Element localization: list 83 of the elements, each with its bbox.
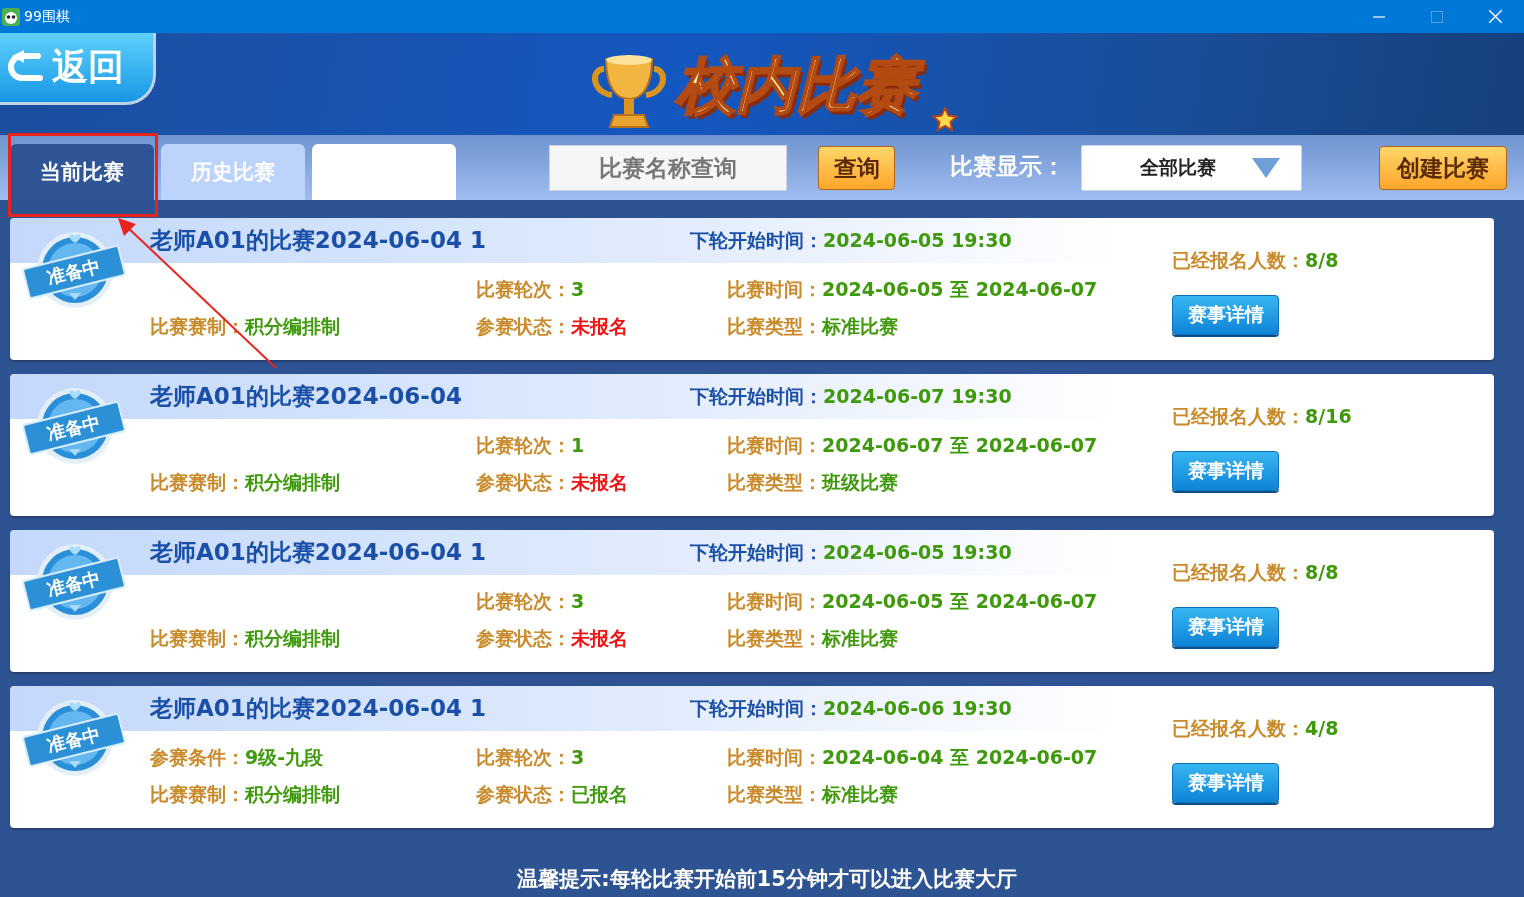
- field-label: 比赛轮次：: [476, 434, 571, 456]
- field-value: 2024-06-06 19:30: [823, 696, 1012, 719]
- field-value: 3: [571, 746, 585, 768]
- field-label: 下轮开始时间：: [690, 540, 823, 563]
- field-value: 积分编排制: [245, 471, 340, 493]
- field-value: 9级-九段: [245, 746, 324, 768]
- field-value: 8/8: [1305, 561, 1339, 583]
- field-value: 班级比赛: [822, 471, 898, 493]
- field-label: 比赛赛制：: [150, 315, 245, 337]
- blank-tab[interactable]: [312, 144, 456, 200]
- field-value: 3: [571, 590, 585, 612]
- field-label: 参赛状态：: [476, 783, 571, 805]
- field-label: 比赛赛制：: [150, 471, 245, 493]
- filter-label: 比赛显示：: [950, 152, 1065, 181]
- field-value: 积分编排制: [245, 627, 340, 649]
- field-value: 8/16: [1305, 405, 1352, 427]
- query-button[interactable]: 查询: [818, 146, 895, 190]
- field-label: 参赛状态：: [476, 315, 571, 337]
- dropdown-arrow-icon: [1251, 157, 1281, 179]
- field-label: 比赛类型：: [727, 783, 822, 805]
- field-label: 已经报名人数：: [1172, 249, 1305, 271]
- details-button[interactable]: 赛事详情: [1172, 451, 1279, 491]
- field-label: 比赛时间：: [727, 278, 822, 300]
- tab[interactable]: 历史比赛: [161, 144, 305, 200]
- field-value: 标准比赛: [822, 627, 898, 649]
- field-value: 标准比赛: [822, 315, 898, 337]
- field-value: 8/8: [1305, 249, 1339, 271]
- field-label: 比赛类型：: [727, 627, 822, 649]
- match-title: 老师A01的比赛2024-06-04 1: [150, 226, 486, 255]
- app-icon: [2, 7, 20, 26]
- field-label: 比赛类型：: [727, 315, 822, 337]
- field-label: 比赛赛制：: [150, 627, 245, 649]
- details-button[interactable]: 赛事详情: [1172, 763, 1279, 803]
- match-title: 老师A01的比赛2024-06-04: [150, 382, 462, 411]
- field-value: 未报名: [571, 315, 628, 337]
- field-value: 4/8: [1305, 717, 1339, 739]
- tab[interactable]: 当前比赛: [10, 144, 154, 200]
- field-label: 比赛轮次：: [476, 590, 571, 612]
- field-value: 积分编排制: [245, 315, 340, 337]
- field-label: 下轮开始时间：: [690, 228, 823, 251]
- field-label: 比赛时间：: [727, 434, 822, 456]
- field-value: 2024-06-05 19:30: [823, 540, 1012, 563]
- match-title: 老师A01的比赛2024-06-04 1: [150, 538, 486, 567]
- window-title: 99围棋: [24, 7, 70, 26]
- close-icon: [1488, 10, 1502, 23]
- field-value: 2024-06-07 至 2024-06-07: [822, 434, 1098, 456]
- field-label: 下轮开始时间：: [690, 696, 823, 719]
- field-value: 3: [571, 278, 585, 300]
- field-value: 标准比赛: [822, 783, 898, 805]
- create-match-button[interactable]: 创建比赛: [1379, 146, 1507, 190]
- field-value: 2024-06-05 至 2024-06-07: [822, 278, 1098, 300]
- field-label: 下轮开始时间：: [690, 384, 823, 407]
- details-button[interactable]: 赛事详情: [1172, 607, 1279, 647]
- field-value: 2024-06-07 19:30: [823, 384, 1012, 407]
- field-value: 2024-06-05 至 2024-06-07: [822, 590, 1098, 612]
- field-label: 比赛轮次：: [476, 278, 571, 300]
- tip-text: 温馨提示:每轮比赛开始前15分钟才可以进入比赛大厅: [516, 866, 1018, 893]
- page-title: 校内比赛: [670, 45, 930, 133]
- field-label: 比赛赛制：: [150, 783, 245, 805]
- field-value: 未报名: [571, 627, 628, 649]
- star-icon: [932, 107, 958, 133]
- field-label: 比赛时间：: [727, 746, 822, 768]
- field-label: 比赛时间：: [727, 590, 822, 612]
- field-value: 2024-06-05 19:30: [823, 228, 1012, 251]
- field-value: 已报名: [571, 783, 628, 805]
- search-field[interactable]: 比赛名称查询: [549, 145, 787, 191]
- field-label: 比赛轮次：: [476, 746, 571, 768]
- field-label: 已经报名人数：: [1172, 717, 1305, 739]
- filter-dropdown[interactable]: 全部比赛: [1081, 145, 1302, 191]
- field-value: 1: [571, 434, 585, 456]
- field-label: 比赛类型：: [727, 471, 822, 493]
- match-title: 老师A01的比赛2024-06-04 1: [150, 694, 486, 723]
- back-button[interactable]: 返回: [0, 33, 156, 105]
- details-button[interactable]: 赛事详情: [1172, 295, 1279, 335]
- maximize-icon: [1431, 10, 1443, 23]
- field-label: 参赛状态：: [476, 627, 571, 649]
- field-value: 积分编排制: [245, 783, 340, 805]
- field-label: 已经报名人数：: [1172, 405, 1305, 427]
- field-label: 参赛状态：: [476, 471, 571, 493]
- field-value: 未报名: [571, 471, 628, 493]
- field-value: 2024-06-04 至 2024-06-07: [822, 746, 1098, 768]
- field-label: 已经报名人数：: [1172, 561, 1305, 583]
- field-label: 参赛条件：: [150, 746, 245, 768]
